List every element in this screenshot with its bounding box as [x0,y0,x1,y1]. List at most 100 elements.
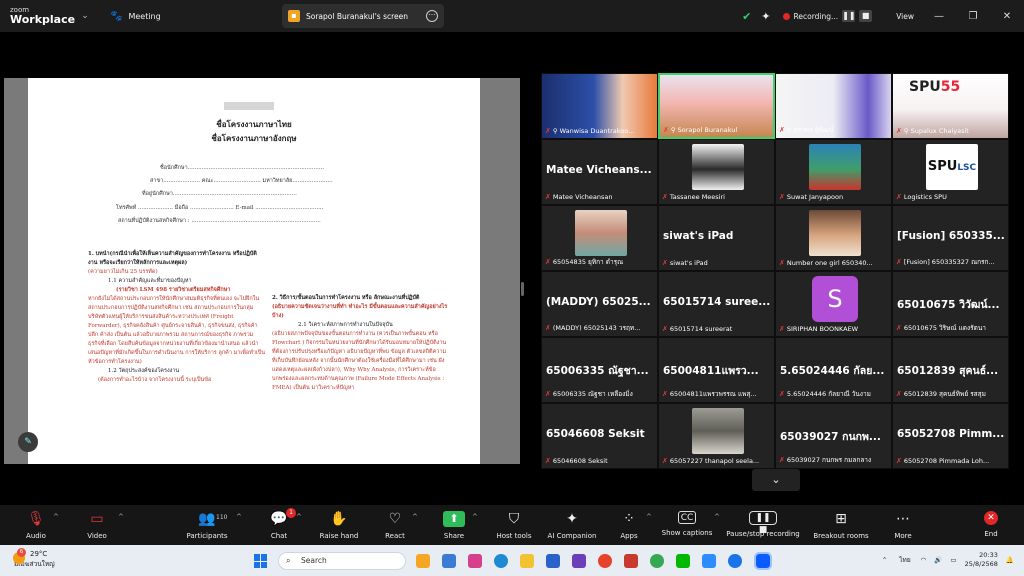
share-options-caret-icon[interactable]: ^ [472,513,478,521]
taskbar-app-icon[interactable] [468,554,482,568]
battery-icon[interactable]: ▭ [950,556,956,564]
ai-sparkle-icon[interactable]: ✦ [761,10,770,23]
end-meeting-button[interactable]: ✕ End [978,511,1004,538]
video-button[interactable]: ▭ Video [80,511,114,540]
show-captions-button[interactable]: CC Show captions [660,511,714,537]
taskbar-clock[interactable]: 20:33 25/8/2568 [965,551,998,569]
participant-name: ✗ 65010675 วิริษณ์ แดงรัตนา [896,324,986,332]
audio-options-caret-icon[interactable]: ^ [53,513,59,521]
participants-options-caret-icon[interactable]: ^ [236,513,242,521]
participant-tile[interactable]: (MADDY) 65025... ✗ (MADDY) 65025143 วรฤท.… [541,271,658,337]
participant-tile[interactable]: SPULSC ✗ Logistics SPU [892,139,1009,205]
participant-tile[interactable]: 65052708 Pimm... ✗ 65052708 Pimmada Loh..… [892,403,1009,469]
participant-tile[interactable]: S ✗ SIRIPHAN BOONKAEW [775,271,892,337]
react-button[interactable]: ♡ React [380,511,410,540]
participant-tile[interactable]: Matee Vicheans... ✗ Matee Vicheansan [541,139,658,205]
taskbar-app-icon[interactable] [572,554,586,568]
taskbar-app-icon[interactable] [442,554,456,568]
apps-button[interactable]: ⁘ Apps [616,511,642,540]
splitter-handle[interactable] [521,282,524,296]
participant-name: ✗ 65057227 thanapol seela... [662,457,760,465]
participant-tile[interactable]: 65004811แพรว... ✗ 65004811แพรวพรรณ แพสุ..… [658,337,775,403]
taskbar-search[interactable]: ⌕ Search [278,552,406,570]
more-button[interactable]: ⋯ More [890,511,916,540]
encryption-shield-icon[interactable]: ✔ [742,10,751,23]
participant-tile[interactable]: 65006335 ณัฐชา... ✗ 65006335 ณัฐชา เหลือง… [541,337,658,403]
apps-options-caret-icon[interactable]: ^ [646,513,652,521]
screen-share-tab[interactable]: ▪ Sorapol Buranakul's screen ··· [282,4,444,28]
raise-hand-button[interactable]: ✋ Raise hand [316,511,362,540]
participant-tile[interactable]: siwat's iPad ✗ siwat's iPad [658,205,775,271]
notification-bell-icon[interactable]: 🔔 [1006,556,1014,564]
pin-icon: ⚲ [552,127,558,135]
zoom-brand[interactable]: zoom Workplace [0,7,78,26]
file-explorer-icon[interactable] [520,554,534,568]
end-call-icon: ✕ [984,511,998,525]
pause-recording-icon[interactable]: ❚❚ [842,10,856,22]
participant-tile[interactable]: ✗ ⚲ Wanwisa Duantrakoo... [541,73,658,139]
participant-tile-active-speaker[interactable]: ✗ ⚲ Sorapol Buranakul [658,73,775,139]
mic-off-icon: ✗ [662,193,668,201]
restore-icon[interactable]: ❐ [956,11,990,22]
windows-start-button[interactable] [254,554,268,568]
share-button[interactable]: ⬆ Share [440,511,468,540]
participant-tile[interactable]: 65015714 suree... ✗ 65015714 sureerat [658,271,775,337]
chrome-profile-icon[interactable] [728,554,742,568]
gallery-next-page-button[interactable]: ⌄ [752,469,800,491]
language-indicator[interactable]: ไทย [899,555,910,565]
mic-off-icon: ✗ [896,258,902,266]
tray-chevron-up-icon[interactable]: ⌃ [882,556,887,564]
pause-stop-recording-button[interactable]: ❚❚ ■ Pause/stop recording [724,511,802,538]
participant-tile[interactable]: 5.65024446 กัลย... ✗ 5.65024446 กัลยาณี ว… [775,337,892,403]
participant-name: ✗ 65006335 ณัฐชา เหลืองมิ่ง [545,390,633,398]
taskbar-app-icon[interactable] [702,554,716,568]
participant-tile[interactable]: SPU55 ✗ ⚲ Supalux Chaiyasit [892,73,1009,139]
view-button[interactable]: View [896,12,914,21]
participant-tile[interactable]: ✗ 65054835 ยุทิกา ดำรุณ [541,205,658,271]
react-options-caret-icon[interactable]: ^ [412,513,418,521]
ai-companion-button[interactable]: ✦ AI Companion [544,511,600,540]
line-app-icon[interactable] [676,554,690,568]
participant-tile[interactable]: ✗ 65057227 thanapol seela... [658,403,775,469]
chat-button[interactable]: 💬 1 Chat [266,508,296,540]
stop-recording-icon[interactable]: ■ [859,10,873,22]
meeting-tab[interactable]: 🐾 Meeting [110,11,161,22]
captions-options-caret-icon[interactable]: ^ [714,513,720,521]
chat-options-caret-icon[interactable]: ^ [296,513,302,521]
wifi-icon[interactable]: ◠ [921,556,927,564]
audio-button[interactable]: 🎙 Audio [20,511,52,540]
annotate-pencil-icon[interactable]: ✎ [18,432,38,452]
participant-tile[interactable]: 65039027 กนกพ... ✗ 65039027 กนกพร กมลกลาง [775,403,892,469]
taskbar-app-icon[interactable] [546,554,560,568]
participant-tile[interactable]: 65012839 สุคนธ์... ✗ 65012839 สุคนธ์ทิพย์… [892,337,1009,403]
participant-name: ✗ ⚲ Wanwisa Duantrakoo... [545,127,635,135]
chevron-down-icon[interactable]: ⌄ [78,11,92,21]
mic-off-icon: ✗ [779,456,785,464]
edge-browser-icon[interactable] [494,554,508,568]
weather-widget[interactable]: 6 29°C มีเมฆส่วนใหญ่ [13,548,55,569]
more-options-icon[interactable]: ··· [426,10,438,22]
participant-display-name: 5.65024446 กัลย... [780,365,885,377]
shared-screen[interactable]: ชื่อโครงงานภาษาไทย ชื่อโครงงานภาษาอังกฤษ… [4,78,520,464]
firefox-icon[interactable] [598,554,612,568]
participant-tile[interactable]: ✗ ⚲ ธราพล ผู้พัฒน์ [775,73,892,139]
participant-tile[interactable]: ✗ Suwat Janyapoon [775,139,892,205]
close-icon[interactable]: ✕ [990,11,1024,22]
participant-tile[interactable]: 65010675 วิวัฒน์... ✗ 65010675 วิริษณ์ แด… [892,271,1009,337]
participant-tile[interactable]: ✗ Tassanee Meesiri [658,139,775,205]
mic-off-icon: ✗ [662,457,668,465]
participant-tile[interactable]: [Fusion] 650335... ✗ [Fusion] 650335327 ณ… [892,205,1009,271]
minimize-icon[interactable]: — [922,11,956,22]
paw-icon: 🐾 [110,10,123,22]
host-tools-button[interactable]: ⛉ Host tools [492,511,536,540]
participant-tile[interactable]: ✗ Number one girl 650340... [775,205,892,271]
zoom-app-icon[interactable] [754,552,772,570]
video-options-caret-icon[interactable]: ^ [118,513,124,521]
taskbar-app-icon[interactable] [416,554,430,568]
pin-icon: ⚲ [786,126,792,134]
chrome-icon[interactable] [650,554,664,568]
participant-tile[interactable]: 65046608 Seksit ✗ 65046608 Seksit [541,403,658,469]
breakout-rooms-button[interactable]: ⊞ Breakout rooms [812,511,870,540]
volume-icon[interactable]: 🔊 [934,556,942,564]
taskbar-app-icon[interactable] [624,554,638,568]
